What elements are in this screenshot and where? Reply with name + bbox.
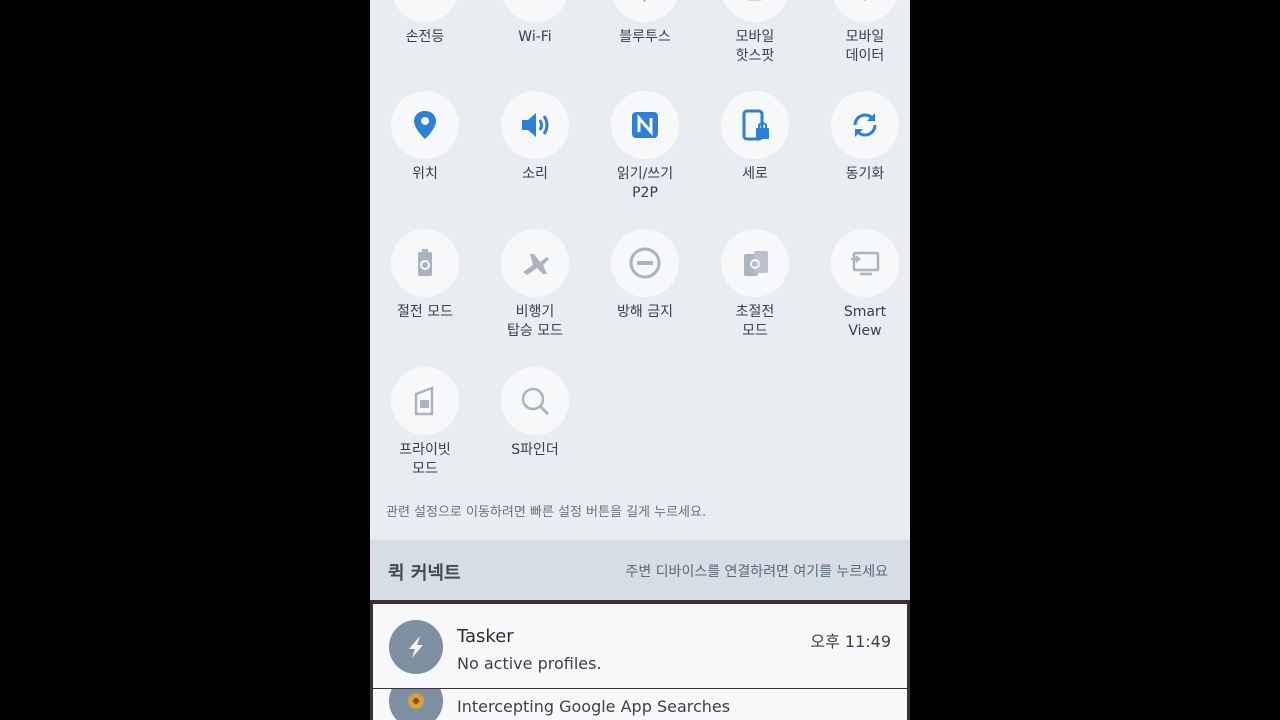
tile-do-not-disturb[interactable]: 방해 금지	[590, 229, 700, 322]
app-icon	[389, 689, 443, 720]
tile-ultra-power-saving[interactable]: 초절전 모드	[700, 229, 810, 341]
tile-sound[interactable]: 소리	[480, 91, 590, 184]
tile-wifi[interactable]: Wi-Fi	[480, 0, 590, 47]
tile-label: 초절전 모드	[735, 304, 775, 339]
quick-settings-panel: 손전등 Wi-Fi 블루투스 모바일 핫스팟 모바일 데이터 위치 소리 읽기/…	[370, 0, 910, 720]
tile-label: Wi-Fi	[518, 29, 552, 45]
notification-text: Intercepting Google App Searches	[457, 697, 731, 716]
tile-sync[interactable]: 동기화	[810, 91, 910, 184]
tile-label: 세로	[742, 166, 768, 182]
tile-label: S파인더	[511, 442, 559, 458]
hotspot-icon	[721, 0, 789, 22]
tile-label: Smart View	[843, 304, 887, 339]
tile-flashlight[interactable]: 손전등	[370, 0, 480, 47]
tile-bluetooth[interactable]: 블루투스	[590, 0, 700, 47]
tile-label: 위치	[412, 166, 438, 182]
notification-app-name: Tasker	[457, 626, 514, 647]
tile-label: 비행기 탑승 모드	[507, 304, 563, 339]
tile-s-finder[interactable]: S파인더	[480, 367, 590, 460]
portrait-lock-icon	[721, 91, 789, 159]
private-mode-icon	[391, 367, 459, 435]
location-pin-icon	[391, 91, 459, 159]
notification-intercepting[interactable]: Intercepting Google App Searches	[373, 689, 907, 720]
tile-label: 소리	[522, 166, 548, 182]
mobile-data-icon	[831, 0, 899, 22]
tile-portrait[interactable]: 세로	[700, 91, 810, 184]
power-saving-icon	[391, 229, 459, 297]
tile-label: 프라이빗 모드	[399, 442, 451, 477]
quick-connect-title: 퀵 커넥트	[388, 563, 461, 584]
tile-label: 절전 모드	[397, 304, 453, 320]
tile-location[interactable]: 위치	[370, 91, 480, 184]
tile-power-saving[interactable]: 절전 모드	[370, 229, 480, 322]
speaker-icon	[501, 91, 569, 159]
tile-label: 모바일 데이터	[845, 29, 885, 64]
tile-mobile-data[interactable]: 모바일 데이터	[810, 0, 910, 66]
tile-mobile-hotspot[interactable]: 모바일 핫스팟	[700, 0, 810, 66]
lightning-icon	[389, 620, 443, 674]
tile-nfc-p2p[interactable]: 읽기/쓰기 P2P	[590, 91, 700, 203]
tile-label: 손전등	[405, 29, 445, 45]
ultra-power-saving-icon	[721, 229, 789, 297]
bluetooth-icon	[611, 0, 679, 22]
flashlight-icon	[391, 0, 459, 22]
notification-tasker[interactable]: Tasker No active profiles. 오후 11:49	[373, 604, 907, 688]
do-not-disturb-icon	[611, 229, 679, 297]
quick-connect-bar[interactable]: 퀵 커넥트 주변 디바이스를 연결하려면 여기를 누르세요	[370, 540, 910, 600]
tile-label: 블루투스	[619, 29, 671, 45]
smart-view-icon	[831, 229, 899, 297]
notification-time: 오후 11:49	[810, 632, 891, 651]
nfc-icon	[611, 91, 679, 159]
sync-icon	[831, 91, 899, 159]
tile-label: 읽기/쓰기 P2P	[616, 166, 674, 201]
magnifier-icon	[501, 367, 569, 435]
tile-smart-view[interactable]: Smart View	[810, 229, 910, 341]
tile-label: 동기화	[845, 166, 885, 182]
tile-private-mode[interactable]: 프라이빗 모드	[370, 367, 480, 479]
airplane-icon	[501, 229, 569, 297]
tile-label: 모바일 핫스팟	[735, 29, 775, 64]
quick-connect-description: 주변 디바이스를 연결하려면 여기를 누르세요	[625, 564, 888, 580]
tile-label: 방해 금지	[617, 304, 673, 320]
tile-airplane-mode[interactable]: 비행기 탑승 모드	[480, 229, 590, 341]
wifi-icon	[501, 0, 569, 22]
long-press-hint: 관련 설정으로 이동하려면 빠른 설정 버튼을 길게 누르세요.	[386, 505, 707, 520]
notification-text: No active profiles.	[457, 654, 602, 673]
